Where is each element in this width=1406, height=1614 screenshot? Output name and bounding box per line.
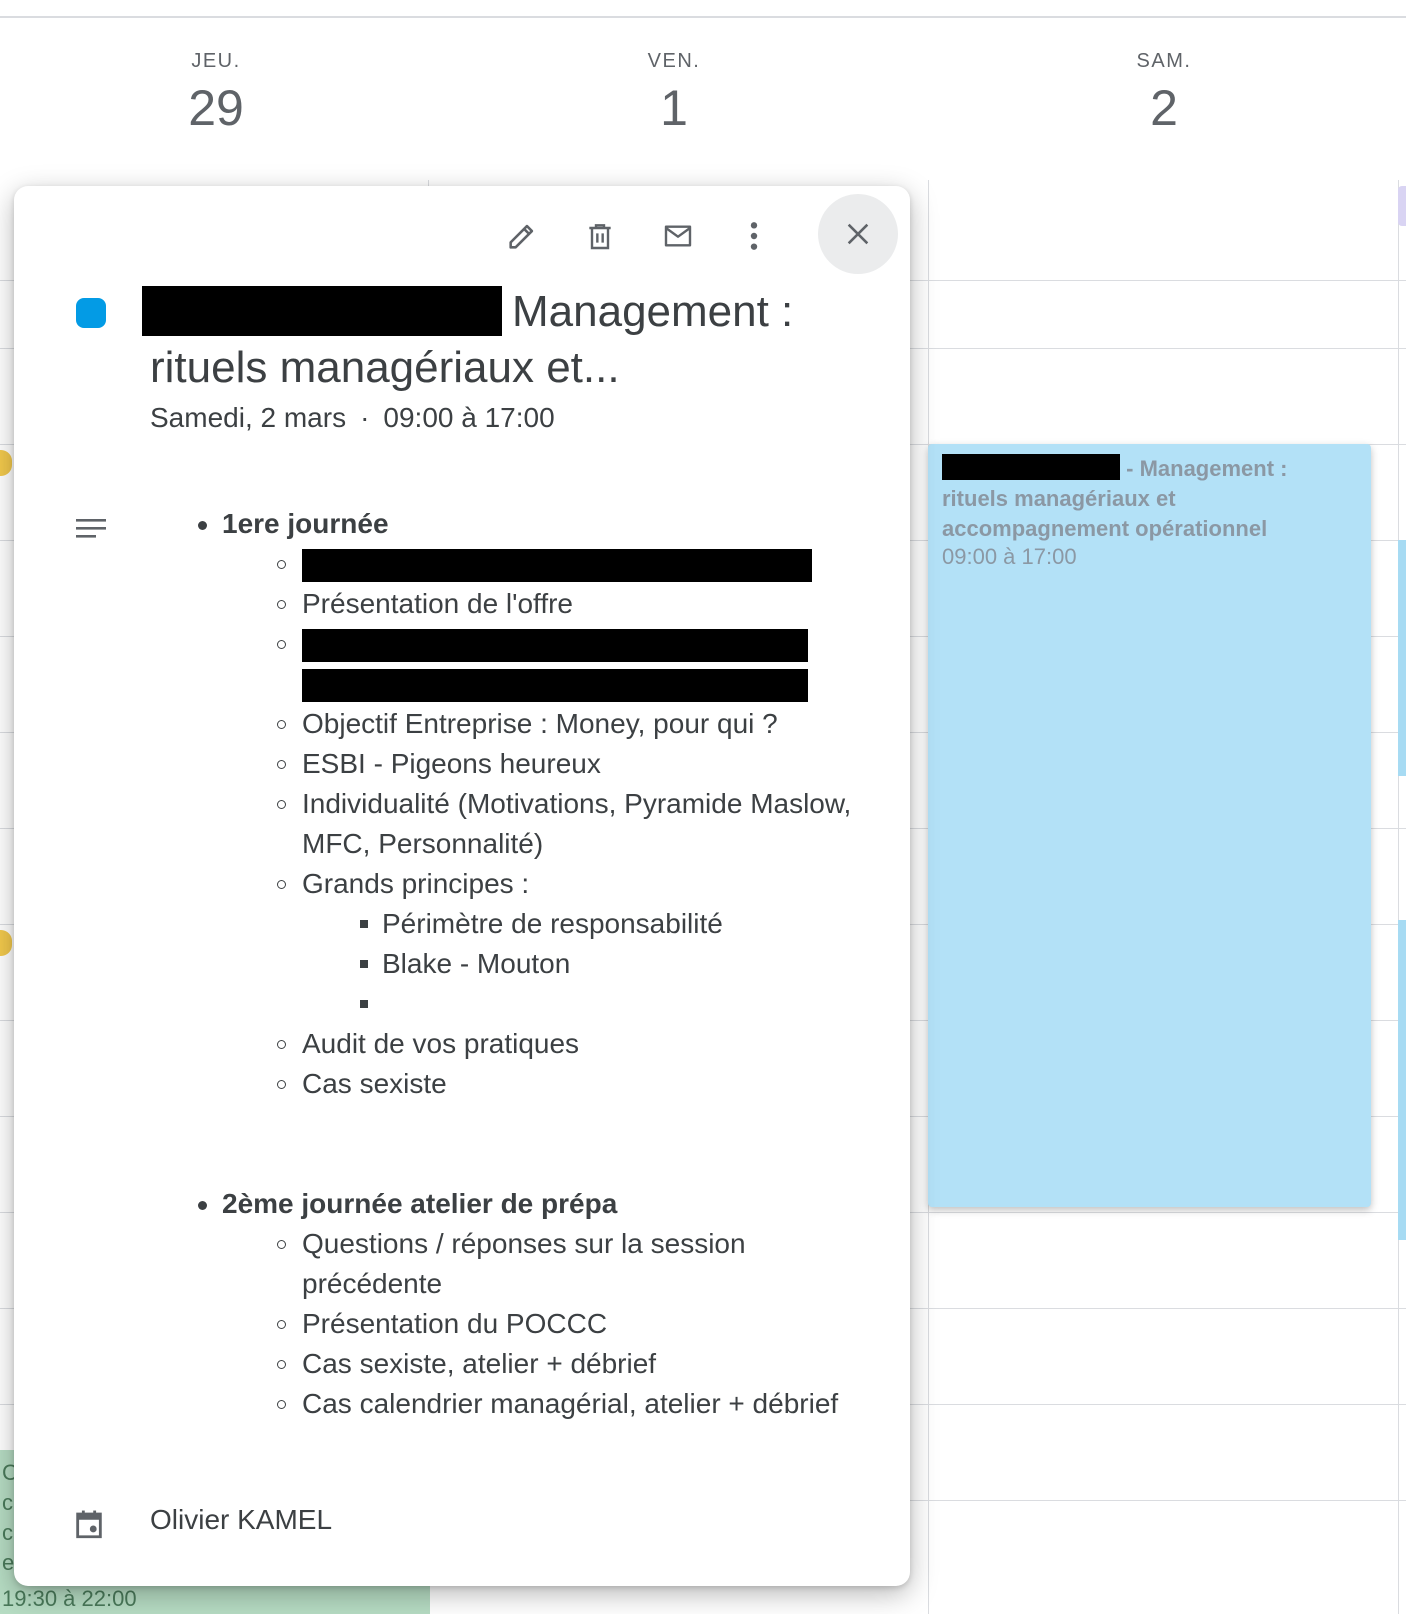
event-edge[interactable] [1398, 186, 1406, 226]
day-of-week: SAM. [1136, 50, 1192, 72]
event-description: 1ere journée Présentation de l'offre Obj… [184, 504, 884, 1424]
list-item [184, 664, 884, 704]
title-line-1: Management : [512, 287, 794, 336]
day-of-week: JEU. [191, 50, 241, 72]
redacted-block [302, 629, 808, 663]
list-item [184, 544, 884, 584]
day1-heading: 1ere journée [222, 508, 389, 539]
day-header-fri[interactable]: VEN. 1 [574, 50, 774, 133]
item-text: Objectif Entreprise : Money, pour qui ? [302, 708, 778, 739]
list-item: Audit de vos pratiques [184, 1024, 884, 1064]
pencil-icon [509, 224, 534, 249]
event-letter: e [2, 1550, 15, 1575]
list-item: Cas sexiste [184, 1064, 884, 1104]
close-button[interactable] [818, 194, 898, 274]
list-item: ESBI - Pigeons heureux [184, 744, 884, 784]
redacted-block [302, 549, 812, 583]
day-number[interactable]: 29 [116, 83, 316, 133]
list-item: Présentation du POCCC [184, 1304, 884, 1344]
list-item: Cas calendrier managérial, atelier + déb… [184, 1384, 884, 1424]
trash-icon [589, 224, 611, 250]
item-text: Périmètre de responsabilité [382, 908, 723, 939]
item-text: Individualité (Motivations, Pyramide Mas… [302, 788, 852, 859]
item-text: Audit de vos pratiques [302, 1028, 580, 1059]
redacted-block [942, 454, 1120, 480]
item-text: Blake - Mouton [382, 948, 571, 979]
list-item: Périmètre de responsabilité [184, 904, 884, 944]
event-datetime: Samedi, 2 mars · 09:00 à 17:00 [150, 402, 555, 434]
list-item: Objectif Entreprise : Money, pour qui ? [184, 704, 884, 744]
more-options-button[interactable] [732, 214, 776, 258]
day-of-week: VEN. [647, 50, 701, 72]
list-spacer [184, 1104, 884, 1184]
event-edge[interactable] [1398, 920, 1406, 1240]
day2-heading: 2ème journée atelier de prépa [222, 1188, 618, 1219]
event-title: - Management : rituels managériaux et ac… [942, 454, 1352, 544]
agenda-list: 1ere journée Présentation de l'offre Obj… [184, 504, 884, 1424]
list-item: Questions / réponses sur la session préc… [184, 1224, 884, 1304]
event-letter: c [2, 1520, 13, 1545]
delete-button[interactable] [578, 214, 622, 258]
event-time: 09:00 à 17:00 [383, 402, 555, 433]
email-guests-button[interactable] [656, 214, 700, 258]
mail-icon [664, 225, 692, 247]
event-title: Management : rituels managériaux et... [142, 284, 842, 396]
list-item: Cas sexiste, atelier + débrief [184, 1344, 884, 1384]
list-item: Blake - Mouton [184, 944, 884, 984]
event-time: 19:30 à 22:00 [2, 1586, 137, 1611]
separator-dot: · [360, 402, 370, 433]
item-text: Grands principes : [302, 868, 530, 899]
list-item: 1ere journée [184, 504, 884, 544]
event-color-indicator [76, 298, 106, 328]
day-number[interactable]: 1 [574, 83, 774, 133]
event-letter: c [2, 1490, 13, 1515]
event-date: Samedi, 2 mars [150, 402, 347, 433]
calendar-icon [72, 1506, 106, 1547]
description-icon [74, 516, 108, 549]
day-header-sat[interactable]: SAM. 2 [1064, 50, 1264, 133]
event-edge[interactable] [1398, 540, 1406, 776]
item-text: Questions / réponses sur la session préc… [302, 1228, 746, 1299]
item-text: Présentation de l'offre [302, 588, 574, 619]
title-line-2: rituels managériaux et... [150, 343, 620, 392]
event-time: 09:00 à 17:00 [942, 544, 1077, 569]
list-item [184, 624, 884, 664]
redacted-block [302, 669, 808, 703]
redacted-block [142, 286, 502, 336]
item-text: Cas calendrier managérial, atelier + déb… [302, 1388, 839, 1419]
list-item: Présentation de l'offre [184, 584, 884, 624]
item-text: Cas sexiste, atelier + débrief [302, 1348, 657, 1379]
day-column-divider [1398, 180, 1399, 1614]
event-detail-popup: Management : rituels managériaux et... S… [14, 186, 910, 1586]
edit-button[interactable] [500, 214, 544, 258]
list-item: Grands principes : [184, 864, 884, 904]
header-divider [0, 16, 1406, 18]
day-header-thu[interactable]: JEU. 29 [116, 50, 316, 133]
item-text: ESBI - Pigeons heureux [302, 748, 601, 779]
more-vert-icon [750, 222, 758, 250]
item-text: Présentation du POCCC [302, 1308, 608, 1339]
list-item [184, 984, 884, 1024]
list-item: 2ème journée atelier de prépa [184, 1184, 884, 1224]
item-text: Cas sexiste [302, 1068, 447, 1099]
list-item: Individualité (Motivations, Pyramide Mas… [184, 784, 884, 864]
calendar-owner: Olivier KAMEL [150, 1504, 333, 1535]
day-number[interactable]: 2 [1064, 83, 1264, 133]
calendar-event-block[interactable]: - Management : rituels managériaux et ac… [928, 444, 1371, 1207]
close-icon [847, 223, 869, 245]
